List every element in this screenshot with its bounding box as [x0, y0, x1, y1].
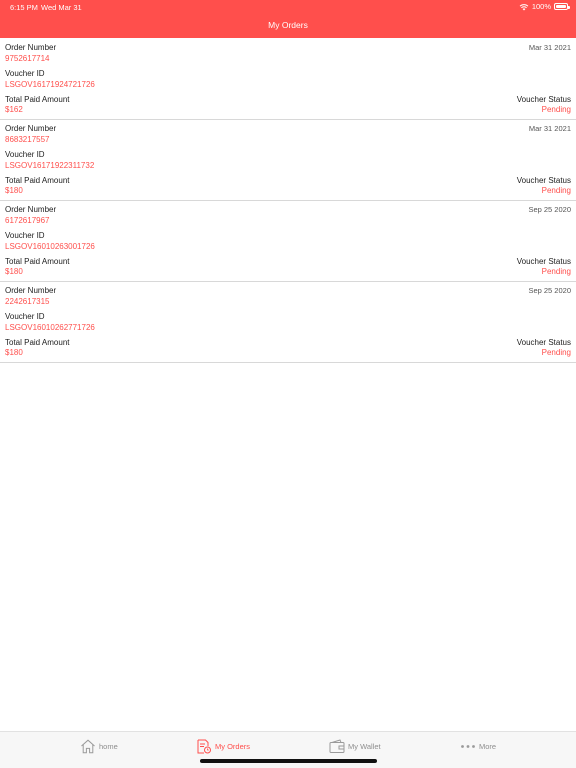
total-paid-label: Total Paid Amount — [5, 95, 70, 104]
total-paid-value: $180 — [5, 186, 23, 195]
more-icon — [461, 745, 475, 748]
tab-my-wallet-label: My Wallet — [348, 742, 381, 751]
voucher-status-label: Voucher Status — [516, 95, 571, 104]
order-number-label: Order Number — [5, 124, 57, 133]
voucher-id-value: LSGOV16171922311732 — [5, 161, 95, 170]
order-date: Mar 31 2021 — [528, 124, 571, 133]
voucher-id-label: Voucher ID — [5, 231, 45, 240]
order-row[interactable]: Order Number Mar 31 2021 9752617714 Vouc… — [0, 39, 576, 120]
voucher-id-label: Voucher ID — [5, 69, 45, 78]
voucher-status-value: Pending — [541, 186, 571, 195]
voucher-id-value: LSGOV16171924721726 — [5, 80, 95, 89]
wifi-icon — [519, 3, 529, 10]
order-number-label: Order Number — [5, 205, 57, 214]
tab-my-orders[interactable]: My Orders — [196, 739, 250, 754]
tab-my-wallet[interactable]: My Wallet — [329, 739, 381, 754]
orders-list: Order Number Mar 31 2021 9752617714 Vouc… — [0, 39, 576, 363]
voucher-status-value: Pending — [541, 348, 571, 357]
tab-more[interactable]: More — [460, 739, 496, 754]
total-paid-value: $180 — [5, 348, 23, 357]
order-number-value: 6172617967 — [5, 216, 50, 225]
voucher-status-label: Voucher Status — [516, 176, 571, 185]
page-title: My Orders — [268, 20, 308, 30]
voucher-status-label: Voucher Status — [516, 257, 571, 266]
status-date: Wed Mar 31 — [41, 3, 82, 12]
order-number-value: 8683217557 — [5, 135, 50, 144]
order-date: Sep 25 2020 — [528, 286, 571, 295]
total-paid-value: $180 — [5, 267, 23, 276]
order-date: Mar 31 2021 — [528, 43, 571, 52]
order-number-label: Order Number — [5, 43, 57, 52]
order-date: Sep 25 2020 — [528, 205, 571, 214]
order-row[interactable]: Order Number Sep 25 2020 6172617967 Vouc… — [0, 201, 576, 282]
total-paid-label: Total Paid Amount — [5, 257, 70, 266]
orders-icon — [197, 739, 211, 754]
tab-home[interactable]: home — [80, 739, 118, 754]
tab-my-orders-label: My Orders — [215, 742, 251, 751]
tab-home-label: home — [99, 742, 118, 751]
order-number-label: Order Number — [5, 286, 57, 295]
order-row[interactable]: Order Number Sep 25 2020 2242617315 Vouc… — [0, 282, 576, 363]
voucher-id-label: Voucher ID — [5, 150, 45, 159]
battery-icon — [554, 3, 570, 10]
app-header: 6:15 PM Wed Mar 31 100% My Orders — [0, 0, 576, 38]
status-bar: 6:15 PM Wed Mar 31 100% — [0, 0, 576, 14]
voucher-id-value: LSGOV16010263001726 — [5, 242, 95, 251]
total-paid-value: $162 — [5, 105, 23, 114]
status-indicators: 100% — [519, 2, 570, 11]
home-icon — [81, 739, 95, 754]
voucher-status-value: Pending — [541, 267, 571, 276]
home-indicator[interactable] — [200, 759, 377, 763]
total-paid-label: Total Paid Amount — [5, 176, 70, 185]
voucher-id-value: LSGOV16010262771726 — [5, 323, 95, 332]
battery-percent: 100% — [531, 2, 551, 11]
order-number-value: 9752617714 — [5, 54, 50, 63]
tab-more-label: More — [479, 742, 497, 751]
wallet-icon — [329, 739, 345, 753]
total-paid-label: Total Paid Amount — [5, 338, 70, 347]
status-time: 6:15 PM — [10, 3, 38, 12]
order-row[interactable]: Order Number Mar 31 2021 8683217557 Vouc… — [0, 120, 576, 201]
voucher-id-label: Voucher ID — [5, 312, 45, 321]
voucher-status-label: Voucher Status — [516, 338, 571, 347]
voucher-status-value: Pending — [541, 105, 571, 114]
order-number-value: 2242617315 — [5, 297, 50, 306]
